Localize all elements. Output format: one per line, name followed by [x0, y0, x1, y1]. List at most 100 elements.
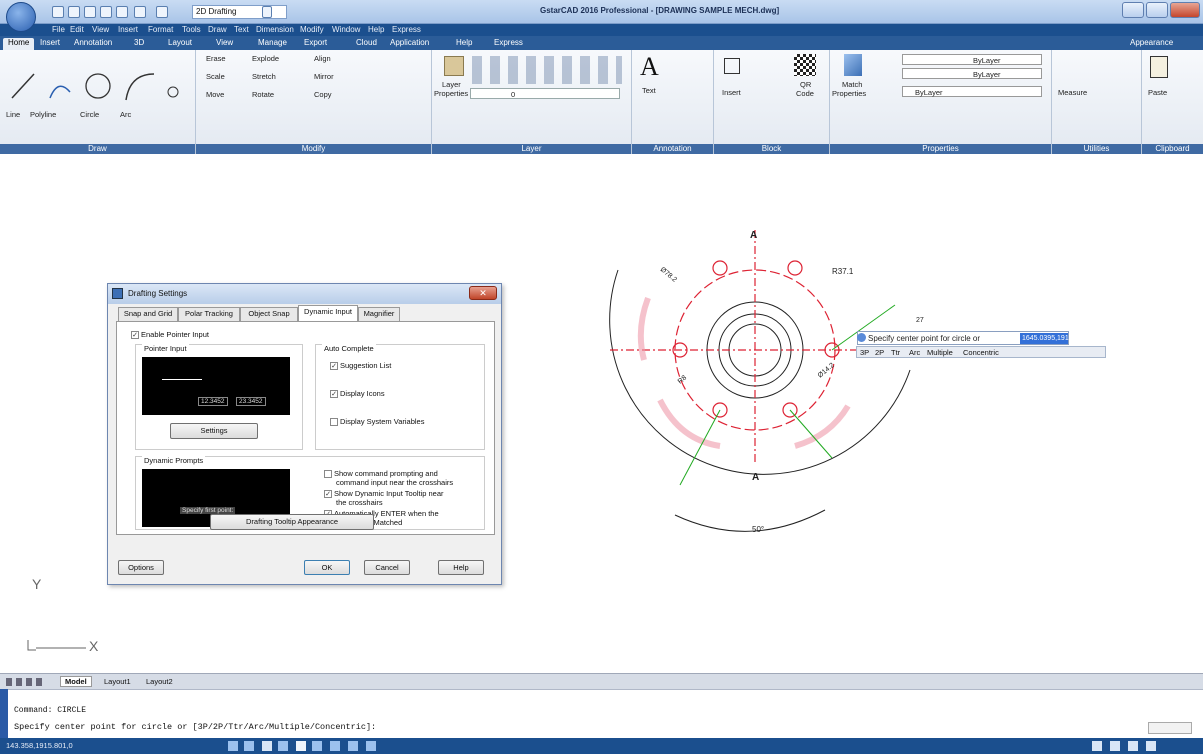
tab-home[interactable]: Home — [3, 38, 35, 50]
arc-button[interactable]: Arc — [120, 110, 131, 119]
tab-magnifier[interactable]: Magnifier — [358, 307, 400, 321]
layer-dropdown[interactable]: 0 — [470, 88, 620, 99]
app-menu-button[interactable] — [6, 2, 36, 32]
save-as-icon[interactable] — [100, 6, 112, 18]
qr-code-icon[interactable] — [794, 54, 816, 76]
clean-screen-icon[interactable] — [1146, 741, 1156, 751]
tab-manage[interactable]: Manage — [258, 38, 287, 47]
tab-model[interactable]: Model — [60, 676, 92, 687]
utilities-panel-footer[interactable]: Utilities — [1052, 144, 1141, 154]
tab-insert[interactable]: Insert — [40, 38, 60, 47]
block-panel-footer[interactable]: Block — [714, 144, 829, 154]
rotate-button[interactable]: Rotate — [252, 90, 274, 99]
option-2p[interactable]: 2P — [875, 347, 884, 358]
text-button[interactable]: Text — [642, 86, 656, 95]
open-icon[interactable] — [68, 6, 80, 18]
scale-button[interactable]: Scale — [206, 72, 225, 81]
tab-layout[interactable]: Layout — [168, 38, 192, 47]
annotation-scale-icon[interactable] — [1092, 741, 1102, 751]
menu-text[interactable]: Text — [234, 25, 249, 34]
tab-3d[interactable]: 3D — [134, 38, 144, 47]
options-button[interactable]: Options — [118, 560, 164, 575]
pointer-settings-button[interactable]: Settings — [170, 423, 258, 439]
insert-button[interactable]: Insert — [722, 88, 741, 97]
enable-pointer-checkbox[interactable]: ✓ Enable Pointer Input — [131, 330, 209, 340]
menu-view[interactable]: View — [92, 25, 109, 34]
paste-icon[interactable] — [1150, 56, 1168, 78]
option-ttr[interactable]: Ttr — [891, 347, 900, 358]
grid-icon[interactable] — [244, 741, 254, 751]
tab-navigation-arrows[interactable] — [6, 678, 46, 686]
option-arc[interactable]: Arc — [909, 347, 920, 358]
command-scrollbar[interactable] — [1148, 722, 1192, 734]
lineweight-icon[interactable] — [348, 741, 358, 751]
tab-help[interactable]: Help — [456, 38, 472, 47]
tab-polar-tracking[interactable]: Polar Tracking — [178, 307, 240, 321]
dialog-close-button[interactable]: ✕ — [469, 286, 497, 300]
appearance-menu[interactable]: Appearance — [1130, 38, 1173, 47]
menu-modify[interactable]: Modify — [300, 25, 324, 34]
tab-cloud[interactable]: Cloud — [356, 38, 377, 47]
layer-panel-footer[interactable]: Layer — [432, 144, 631, 154]
snap-icon[interactable] — [228, 741, 238, 751]
command-window-grip[interactable] — [0, 689, 8, 738]
menu-tools[interactable]: Tools — [182, 25, 201, 34]
color-dropdown[interactable]: ByLayer — [902, 86, 1042, 97]
chevron-down-icon[interactable] — [262, 6, 272, 18]
dynamic-input-icon[interactable] — [330, 741, 340, 751]
workspace-icon[interactable] — [1110, 741, 1120, 751]
close-button[interactable] — [1170, 2, 1200, 18]
line-button[interactable]: Line — [6, 110, 20, 119]
lineweight-dropdown[interactable]: ByLayer — [902, 68, 1042, 79]
menu-edit[interactable]: Edit — [70, 25, 84, 34]
redo-icon[interactable] — [156, 6, 168, 18]
erase-button[interactable]: Erase — [206, 54, 226, 63]
menu-dimension[interactable]: Dimension — [256, 25, 294, 34]
suggestion-checkbox[interactable]: ✓ Suggestion List — [330, 361, 391, 371]
match-properties-icon[interactable] — [844, 54, 862, 76]
help-button[interactable]: Help — [438, 560, 484, 575]
polyline-button[interactable]: Polyline — [30, 110, 56, 119]
linetype-dropdown[interactable]: ByLayer — [902, 54, 1042, 65]
measure-button[interactable]: Measure — [1058, 88, 1087, 97]
menu-express[interactable]: Express — [392, 25, 421, 34]
menu-draw[interactable]: Draw — [208, 25, 227, 34]
layer-properties-icon[interactable] — [444, 56, 464, 76]
annotation-panel-footer[interactable]: Annotation — [632, 144, 713, 154]
option-3p[interactable]: 3P — [860, 347, 869, 358]
print-icon[interactable] — [116, 6, 128, 18]
ok-button[interactable]: OK — [304, 560, 350, 575]
osnap-icon[interactable] — [296, 741, 306, 751]
tab-object-snap[interactable]: Object Snap — [240, 307, 298, 321]
tab-layout2[interactable]: Layout2 — [146, 677, 173, 686]
tab-dynamic-input[interactable]: Dynamic Input — [298, 305, 358, 321]
menu-file[interactable]: File — [52, 25, 65, 34]
modify-panel-footer[interactable]: Modify — [196, 144, 431, 154]
insert-icon[interactable] — [724, 58, 740, 74]
tab-express[interactable]: Express — [494, 38, 523, 47]
otrack-icon[interactable] — [312, 741, 322, 751]
new-icon[interactable] — [52, 6, 64, 18]
tab-snap-grid[interactable]: Snap and Grid — [118, 307, 178, 321]
tab-annotation[interactable]: Annotation — [74, 38, 112, 47]
draw-panel-footer[interactable]: Draw — [0, 144, 195, 154]
tooltip-value-input[interactable]: 1645.0395,1915.8558 — [1020, 333, 1090, 344]
menu-format[interactable]: Format — [148, 25, 173, 34]
move-button[interactable]: Move — [206, 90, 224, 99]
menu-help[interactable]: Help — [368, 25, 384, 34]
explode-button[interactable]: Explode — [252, 54, 279, 63]
text-icon[interactable]: A — [640, 52, 659, 82]
copy-button[interactable]: Copy — [314, 90, 332, 99]
minimize-button[interactable] — [1122, 2, 1144, 18]
workspace-select[interactable]: 2D Drafting — [192, 5, 287, 19]
stretch-button[interactable]: Stretch — [252, 72, 276, 81]
align-button[interactable]: Align — [314, 54, 331, 63]
save-icon[interactable] — [84, 6, 96, 18]
maximize-button[interactable] — [1146, 2, 1168, 18]
command-prompt-line[interactable]: Specify center point for circle or [3P/2… — [14, 722, 376, 732]
show-tooltip-checkbox[interactable]: ✓ Show Dynamic Input Tooltip near — [324, 489, 444, 499]
tab-export[interactable]: Export — [304, 38, 327, 47]
transparency-icon[interactable] — [366, 741, 376, 751]
tooltip-appearance-button[interactable]: Drafting Tooltip Appearance — [210, 514, 374, 530]
tab-view[interactable]: View — [216, 38, 233, 47]
